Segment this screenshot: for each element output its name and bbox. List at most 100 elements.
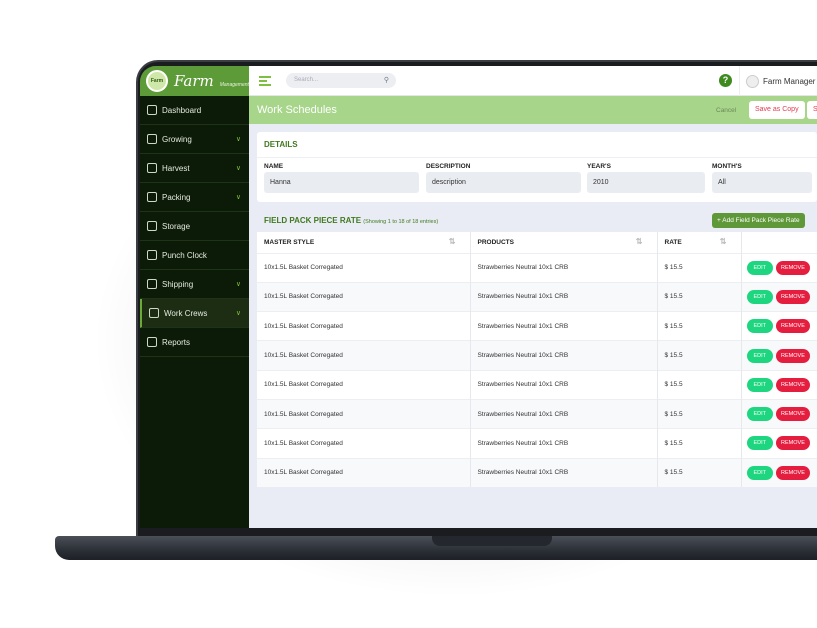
product-cell: Strawberries Neutral 10x1 CRB	[470, 340, 658, 371]
master-style-cell: 10x1.5L Basket Corregated	[257, 398, 471, 429]
sidebar-item-punch-clock[interactable]: Punch Clock	[140, 241, 249, 270]
sidebar-item-dashboard[interactable]: Dashboard	[140, 96, 249, 125]
rate-cell: $ 15.5	[657, 457, 742, 488]
topbar: Search... ⚲ ? Farm Manager	[249, 66, 817, 96]
save-button[interactable]: Save	[807, 101, 817, 119]
edit-button[interactable]: EDIT	[746, 465, 774, 480]
rate-cell: $ 15.5	[657, 428, 742, 459]
warehouse-icon	[147, 221, 157, 231]
page-title: Work Schedules	[257, 104, 337, 116]
column-rate[interactable]: RATE ⇅	[657, 232, 742, 253]
years-field[interactable]: 2010	[587, 172, 705, 193]
name-field[interactable]: Hanna	[264, 172, 419, 193]
sort-icon[interactable]: ⇅	[636, 237, 643, 246]
edit-button[interactable]: EDIT	[746, 377, 774, 392]
sidebar-item-growing[interactable]: Growing ∨	[140, 125, 249, 154]
sidebar-item-reports[interactable]: Reports	[140, 328, 249, 357]
save-as-copy-button[interactable]: Save as Copy	[749, 101, 805, 119]
actions-cell: EDIT REMOVE	[741, 398, 817, 429]
remove-button[interactable]: REMOVE	[776, 348, 810, 363]
column-products[interactable]: PRODUCTS ⇅	[470, 232, 658, 253]
sidebar-item-label: Harvest	[162, 163, 190, 173]
remove-button[interactable]: REMOVE	[776, 407, 810, 422]
remove-button[interactable]: REMOVE	[776, 289, 810, 304]
months-field[interactable]: All	[712, 172, 812, 193]
rate-cell: $ 15.5	[657, 311, 742, 341]
entries-info: (Showing 1 to 18 of 18 entries)	[363, 219, 439, 225]
description-field[interactable]: description	[426, 172, 581, 193]
details-card: DETAILS NAME Hanna DESCRIPTION description Y…	[257, 132, 817, 202]
menu-icon[interactable]	[259, 76, 271, 88]
table-row: 10x1.5L Basket Corregated Strawberries Ne…	[257, 340, 817, 371]
master-style-cell: 10x1.5L Basket Corregated	[257, 428, 471, 459]
search-input[interactable]: Search... ⚲	[286, 73, 396, 88]
search-icon[interactable]: ⚲	[384, 76, 389, 84]
actions-cell: EDIT REMOVE	[741, 311, 817, 341]
edit-button[interactable]: EDIT	[746, 348, 774, 363]
remove-button[interactable]: REMOVE	[776, 319, 810, 334]
master-style-cell: 10x1.5L Basket Corregated	[257, 281, 471, 312]
edit-button[interactable]: EDIT	[746, 319, 774, 334]
sort-icon[interactable]: ⇅	[720, 237, 727, 246]
sidebar-item-label: Reports	[162, 337, 191, 347]
chevron-down-icon[interactable]: ∨	[236, 193, 241, 201]
rate-cell: $ 15.5	[657, 252, 742, 283]
actions-cell: EDIT REMOVE	[741, 457, 817, 488]
screen: Farm Farm Management Dashboard Growing ∨ Ha…	[140, 66, 817, 528]
rate-cell: $ 15.5	[657, 281, 742, 312]
sickle-icon	[147, 163, 157, 173]
logo-text: Farm	[174, 72, 214, 90]
months-label: MONTH'S	[712, 163, 742, 170]
sidebar-item-label: Shipping	[162, 279, 194, 289]
box-icon	[147, 192, 157, 202]
column-actions	[741, 232, 817, 253]
sidebar-item-work-crews[interactable]: Work Crews ∨	[140, 299, 249, 328]
sprout-icon	[147, 134, 157, 144]
user-menu[interactable]: Farm Manager	[739, 66, 815, 96]
chevron-down-icon[interactable]: ∨	[236, 280, 241, 288]
table-row: 10x1.5L Basket Corregated Strawberries Ne…	[257, 281, 817, 312]
master-style-cell: 10x1.5L Basket Corregated	[257, 369, 471, 400]
remove-button[interactable]: REMOVE	[776, 260, 810, 275]
sort-icon[interactable]: ⇅	[449, 237, 456, 246]
add-rate-button[interactable]: + Add Field Pack Piece Rate	[712, 213, 805, 228]
actions-cell: EDIT REMOVE	[741, 281, 817, 312]
column-master-style[interactable]: MASTER STYLE ⇅	[257, 232, 471, 253]
sidebar-item-harvest[interactable]: Harvest ∨	[140, 154, 249, 183]
sidebar-item-storage[interactable]: Storage	[140, 212, 249, 241]
actions-cell: EDIT REMOVE	[741, 252, 817, 283]
remove-button[interactable]: REMOVE	[776, 436, 810, 451]
product-cell: Strawberries Neutral 10x1 CRB	[470, 281, 658, 312]
chevron-down-icon[interactable]: ∨	[236, 164, 241, 172]
actions-cell: EDIT REMOVE	[741, 340, 817, 371]
remove-button[interactable]: REMOVE	[776, 465, 810, 480]
logo-subtext: Management	[219, 82, 249, 88]
sidebar-item-packing[interactable]: Packing ∨	[140, 183, 249, 212]
clock-icon	[147, 250, 157, 260]
laptop-notch	[432, 536, 552, 546]
product-cell: Strawberries Neutral 10x1 CRB	[470, 311, 658, 341]
help-icon[interactable]: ?	[719, 74, 732, 87]
edit-button[interactable]: EDIT	[746, 260, 774, 275]
chevron-down-icon[interactable]: ∨	[236, 309, 241, 317]
remove-button[interactable]: REMOVE	[776, 377, 810, 392]
details-title: DETAILS	[257, 132, 817, 158]
description-label: DESCRIPTION	[426, 163, 471, 170]
edit-button[interactable]: EDIT	[746, 289, 774, 304]
chevron-down-icon[interactable]: ∨	[236, 135, 241, 143]
sidebar-item-shipping[interactable]: Shipping ∨	[140, 270, 249, 299]
logo[interactable]: Farm Farm Management	[140, 66, 249, 96]
table-row: 10x1.5L Basket Corregated Strawberries Ne…	[257, 252, 817, 283]
edit-button[interactable]: EDIT	[746, 436, 774, 451]
sidebar: Farm Farm Management Dashboard Growing ∨ Ha…	[140, 66, 249, 528]
actions-cell: EDIT REMOVE	[741, 369, 817, 400]
monitor-icon	[147, 105, 157, 115]
product-cell: Strawberries Neutral 10x1 CRB	[470, 398, 658, 429]
avatar	[746, 74, 759, 88]
product-cell: Strawberries Neutral 10x1 CRB	[470, 369, 658, 400]
table-row: 10x1.5L Basket Corregated Strawberries Ne…	[257, 457, 817, 488]
edit-button[interactable]: EDIT	[746, 407, 774, 422]
cancel-button[interactable]: Cancel	[716, 107, 736, 114]
product-cell: Strawberries Neutral 10x1 CRB	[470, 252, 658, 283]
truck-icon	[147, 279, 157, 289]
